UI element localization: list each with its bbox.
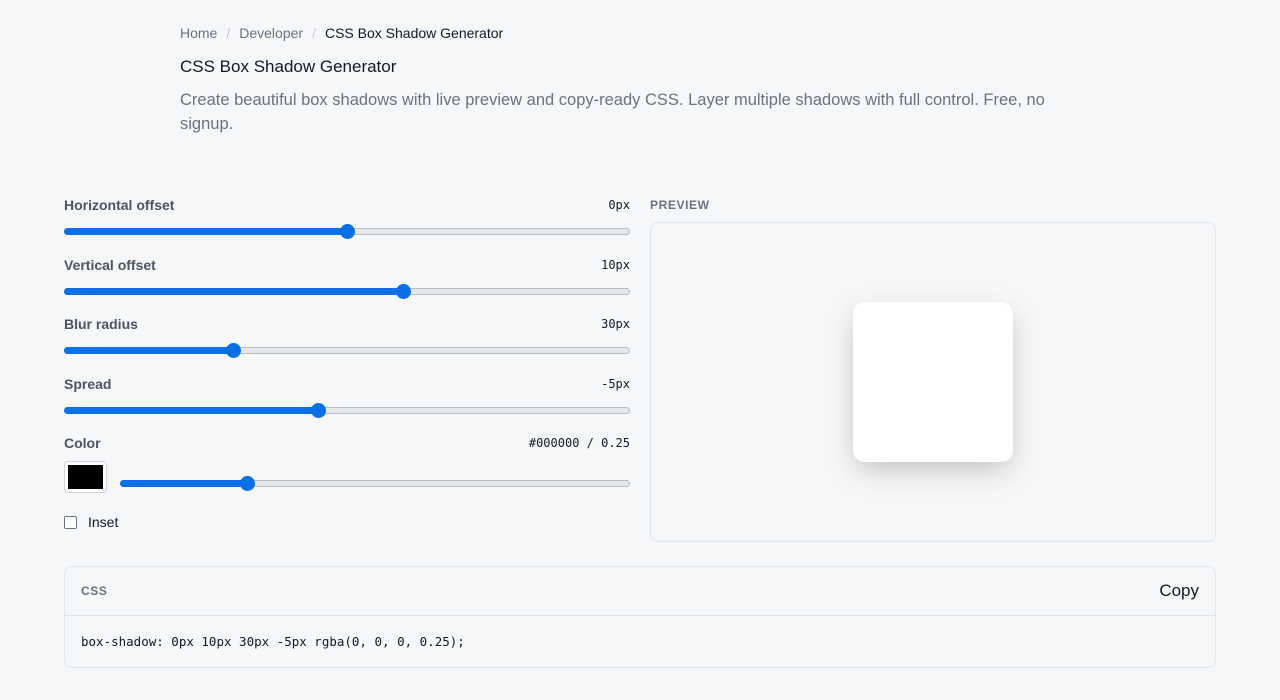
- page-description: Create beautiful box shadows with live p…: [180, 91, 1045, 133]
- breadcrumb-home[interactable]: Home: [180, 25, 217, 41]
- page-title: CSS Box Shadow Generator: [180, 57, 397, 76]
- inset-label: Inset: [88, 514, 119, 531]
- spread-slider[interactable]: [64, 400, 630, 420]
- vertical-offset-label: Vertical offset: [64, 256, 156, 273]
- css-code: box-shadow: 0px 10px 30px -5px rgba(0, 0…: [81, 634, 465, 649]
- blur-radius-control: Blur radius 30px: [64, 315, 630, 375]
- copy-button[interactable]: Copy: [1159, 581, 1199, 601]
- css-output-panel: CSS Copy box-shadow: 0px 10px 30px -5px …: [64, 566, 1216, 668]
- color-control: Color #000000 / 0.25: [64, 434, 630, 494]
- slider-fill: [64, 406, 319, 414]
- horizontal-offset-control: Horizontal offset 0px: [64, 196, 630, 256]
- slider-fill: [64, 228, 347, 235]
- slider-fill: [64, 287, 404, 295]
- vertical-offset-value: 10px: [601, 257, 630, 272]
- spread-value: -5px: [601, 376, 630, 391]
- color-label: Color: [64, 435, 101, 452]
- inset-checkbox[interactable]: [64, 515, 77, 529]
- slider-thumb[interactable]: [396, 283, 412, 299]
- spread-control: Spread -5px: [64, 375, 630, 435]
- spread-label: Spread: [64, 375, 112, 392]
- horizontal-offset-value: 0px: [608, 198, 630, 212]
- preview-panel: [650, 222, 1216, 542]
- vertical-offset-control: Vertical offset 10px: [64, 256, 630, 316]
- blur-radius-value: 30px: [601, 317, 630, 332]
- breadcrumb-developer[interactable]: Developer: [239, 25, 303, 41]
- breadcrumb-separator: /: [312, 25, 316, 41]
- slider-thumb[interactable]: [226, 343, 242, 359]
- horizontal-offset-label: Horizontal offset: [64, 197, 175, 213]
- opacity-slider[interactable]: [120, 473, 630, 493]
- breadcrumb: Home / Developer / CSS Box Shadow Genera…: [180, 25, 503, 41]
- slider-fill: [120, 480, 248, 488]
- breadcrumb-current: CSS Box Shadow Generator: [324, 25, 504, 41]
- blur-radius-label: Blur radius: [64, 316, 138, 333]
- slider-thumb[interactable]: [311, 402, 327, 418]
- slider-thumb[interactable]: [339, 224, 355, 239]
- horizontal-offset-slider[interactable]: [64, 221, 630, 241]
- color-swatch: [68, 465, 103, 490]
- slider-thumb[interactable]: [240, 476, 255, 492]
- color-value: #000000 / 0.25: [528, 436, 630, 451]
- inset-option[interactable]: Inset: [64, 514, 630, 530]
- color-swatch-picker[interactable]: [64, 461, 107, 494]
- css-label: CSS: [81, 584, 108, 598]
- blur-radius-slider[interactable]: [64, 340, 630, 360]
- breadcrumb-separator: /: [226, 25, 231, 41]
- preview-box: [853, 302, 1013, 462]
- vertical-offset-slider[interactable]: [64, 281, 630, 301]
- preview-label: PREVIEW: [650, 198, 710, 212]
- shadow-controls: Horizontal offset 0px Vertical offset 10…: [64, 196, 630, 530]
- slider-fill: [64, 347, 234, 355]
